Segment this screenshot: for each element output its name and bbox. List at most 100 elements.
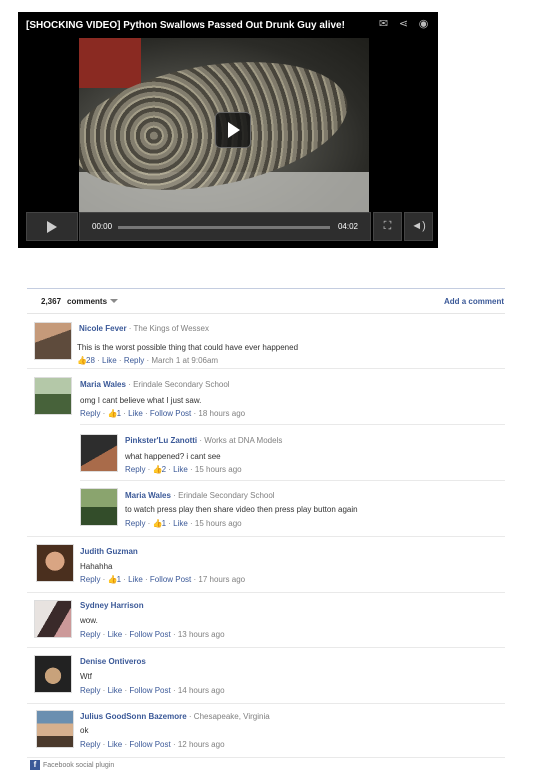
- author-meta: Erindale Secondary School: [178, 491, 275, 500]
- like-link[interactable]: Like: [173, 519, 188, 528]
- comment-actions: Reply · Like · Follow Post · 13 hours ag…: [80, 630, 225, 639]
- thumbs-up-icon: 👍: [107, 409, 118, 418]
- reply-link[interactable]: Reply: [125, 519, 145, 528]
- author-name-link[interactable]: Maria Wales: [80, 380, 126, 389]
- chevron-down-icon[interactable]: [110, 299, 119, 303]
- comment: Denise Ontiveros Wtf Reply · Like · Foll…: [27, 648, 505, 704]
- mail-icon[interactable]: ✉: [377, 19, 390, 30]
- progress-track[interactable]: [118, 226, 330, 229]
- follow-post-link[interactable]: Follow Post: [150, 409, 191, 418]
- reply-link[interactable]: Reply: [80, 740, 100, 749]
- author-name-link[interactable]: Pinkster'Lu Zanotti: [125, 436, 197, 445]
- comment-author: Denise Ontiveros: [80, 657, 146, 666]
- like-count-link[interactable]: 1: [162, 519, 166, 528]
- comments-count[interactable]: 2,367 comments: [41, 297, 119, 306]
- reply-link[interactable]: Reply: [125, 465, 145, 474]
- follow-post-link[interactable]: Follow Post: [129, 740, 170, 749]
- like-count-link[interactable]: 1: [117, 575, 121, 584]
- comment-time[interactable]: 12 hours ago: [178, 740, 225, 749]
- author-meta: Works at DNA Models: [204, 436, 283, 445]
- comment-author: Nicole Fever · The Kings of Wessex: [79, 324, 209, 333]
- like-link[interactable]: Like: [108, 630, 123, 639]
- comment-text: ok: [80, 726, 89, 735]
- comment-author: Maria Wales · Erindale Secondary School: [125, 491, 275, 500]
- comment-author: Maria Wales · Erindale Secondary School: [80, 380, 230, 389]
- comment-time[interactable]: 15 hours ago: [195, 519, 242, 528]
- video-top-icons: ✉ ⋖ ◉: [377, 19, 430, 30]
- comment-text: This is the worst possible thing that co…: [77, 343, 299, 352]
- reply-link[interactable]: Reply: [80, 630, 100, 639]
- big-play-button[interactable]: [215, 112, 251, 148]
- like-count-link[interactable]: 2: [162, 465, 166, 474]
- avatar[interactable]: [34, 600, 72, 638]
- author-name-link[interactable]: Sydney Harrison: [80, 601, 144, 610]
- like-link[interactable]: Like: [173, 465, 188, 474]
- author-meta-separator: ·: [186, 712, 194, 721]
- thumbs-up-icon: 👍: [152, 465, 163, 474]
- fullscreen-icon[interactable]: ⛶: [373, 212, 402, 241]
- follow-post-link[interactable]: Follow Post: [150, 575, 191, 584]
- seek-bar[interactable]: 00:00 04:02: [79, 212, 371, 241]
- comment-time[interactable]: 13 hours ago: [178, 630, 225, 639]
- author-meta-separator: ·: [125, 380, 134, 389]
- thumbs-up-icon: 👍: [152, 519, 163, 528]
- author-name-link[interactable]: Nicole Fever: [79, 324, 127, 333]
- author-meta-separator: ·: [126, 324, 134, 333]
- avatar[interactable]: [34, 377, 72, 415]
- comments-widget: 2,367 comments Add a comment: [27, 288, 505, 314]
- reply-link[interactable]: Reply: [80, 409, 100, 418]
- avatar[interactable]: [34, 322, 72, 360]
- volume-icon[interactable]: ◄): [404, 212, 433, 241]
- comment-author: Pinkster'Lu Zanotti · Works at DNA Model…: [125, 436, 282, 445]
- comment-actions: Reply · 👍1 · Like · Follow Post · 17 hou…: [80, 575, 246, 584]
- follow-post-link[interactable]: Follow Post: [129, 630, 170, 639]
- video-title[interactable]: [SHOCKING VIDEO] Python Swallows Passed …: [26, 20, 345, 31]
- author-name-link[interactable]: Julius GoodSonn Bazemore: [80, 712, 187, 721]
- watch-later-icon[interactable]: ◉: [417, 19, 430, 30]
- avatar[interactable]: [36, 710, 74, 748]
- comments-header: 2,367 comments Add a comment: [27, 288, 505, 314]
- comment-actions: Reply · Like · Follow Post · 12 hours ag…: [80, 740, 225, 749]
- avatar[interactable]: [80, 488, 118, 526]
- like-count-link[interactable]: 28: [86, 356, 95, 365]
- comment-actions: Reply · 👍1 · Like · 15 hours ago: [125, 519, 242, 528]
- comment-actions: Reply · Like · Follow Post · 14 hours ag…: [80, 686, 225, 695]
- reply-link[interactable]: Reply: [80, 575, 100, 584]
- current-time: 00:00: [92, 222, 113, 231]
- like-link[interactable]: Like: [128, 409, 143, 418]
- reply: Maria Wales · Erindale Secondary School …: [80, 480, 505, 536]
- comment-text: Wtf: [80, 672, 92, 681]
- facebook-icon[interactable]: f: [30, 760, 40, 770]
- comment-time[interactable]: 17 hours ago: [198, 575, 245, 584]
- comment-text: what happened? i cant see: [125, 452, 221, 461]
- comment-time[interactable]: 15 hours ago: [195, 465, 242, 474]
- share-icon[interactable]: ⋖: [397, 19, 410, 30]
- author-name-link[interactable]: Judith Guzman: [80, 547, 138, 556]
- comment: Judith Guzman Hahahha Reply · 👍1 · Like …: [27, 536, 505, 593]
- like-link[interactable]: Like: [102, 356, 117, 365]
- reply-link[interactable]: Reply: [124, 356, 144, 365]
- like-link[interactable]: Like: [108, 686, 123, 695]
- video-player[interactable]: [SHOCKING VIDEO] Python Swallows Passed …: [18, 12, 438, 248]
- reply-link[interactable]: Reply: [80, 686, 100, 695]
- comment-text: to watch press play then share video the…: [125, 505, 358, 514]
- social-plugin-label[interactable]: Facebook social plugin: [43, 762, 114, 769]
- author-name-link[interactable]: Denise Ontiveros: [80, 657, 146, 666]
- comment-text: omg I cant believe what I just saw.: [80, 396, 202, 405]
- avatar[interactable]: [80, 434, 118, 472]
- avatar[interactable]: [34, 655, 72, 693]
- avatar[interactable]: [36, 544, 74, 582]
- comment-author: Judith Guzman: [80, 547, 138, 556]
- like-link[interactable]: Like: [128, 575, 143, 584]
- comment-actions: Reply · 👍1 · Like · Follow Post · 18 hou…: [80, 409, 246, 418]
- like-link[interactable]: Like: [108, 740, 123, 749]
- thumbs-up-icon: 👍: [107, 575, 118, 584]
- comment-time[interactable]: 18 hours ago: [198, 409, 245, 418]
- follow-post-link[interactable]: Follow Post: [129, 686, 170, 695]
- author-name-link[interactable]: Maria Wales: [125, 491, 171, 500]
- comment-time[interactable]: March 1 at 9:06am: [151, 356, 218, 365]
- play-button[interactable]: [26, 212, 78, 241]
- like-count-link[interactable]: 1: [117, 409, 121, 418]
- comment-time[interactable]: 14 hours ago: [178, 686, 225, 695]
- add-comment-link[interactable]: Add a comment: [444, 297, 504, 306]
